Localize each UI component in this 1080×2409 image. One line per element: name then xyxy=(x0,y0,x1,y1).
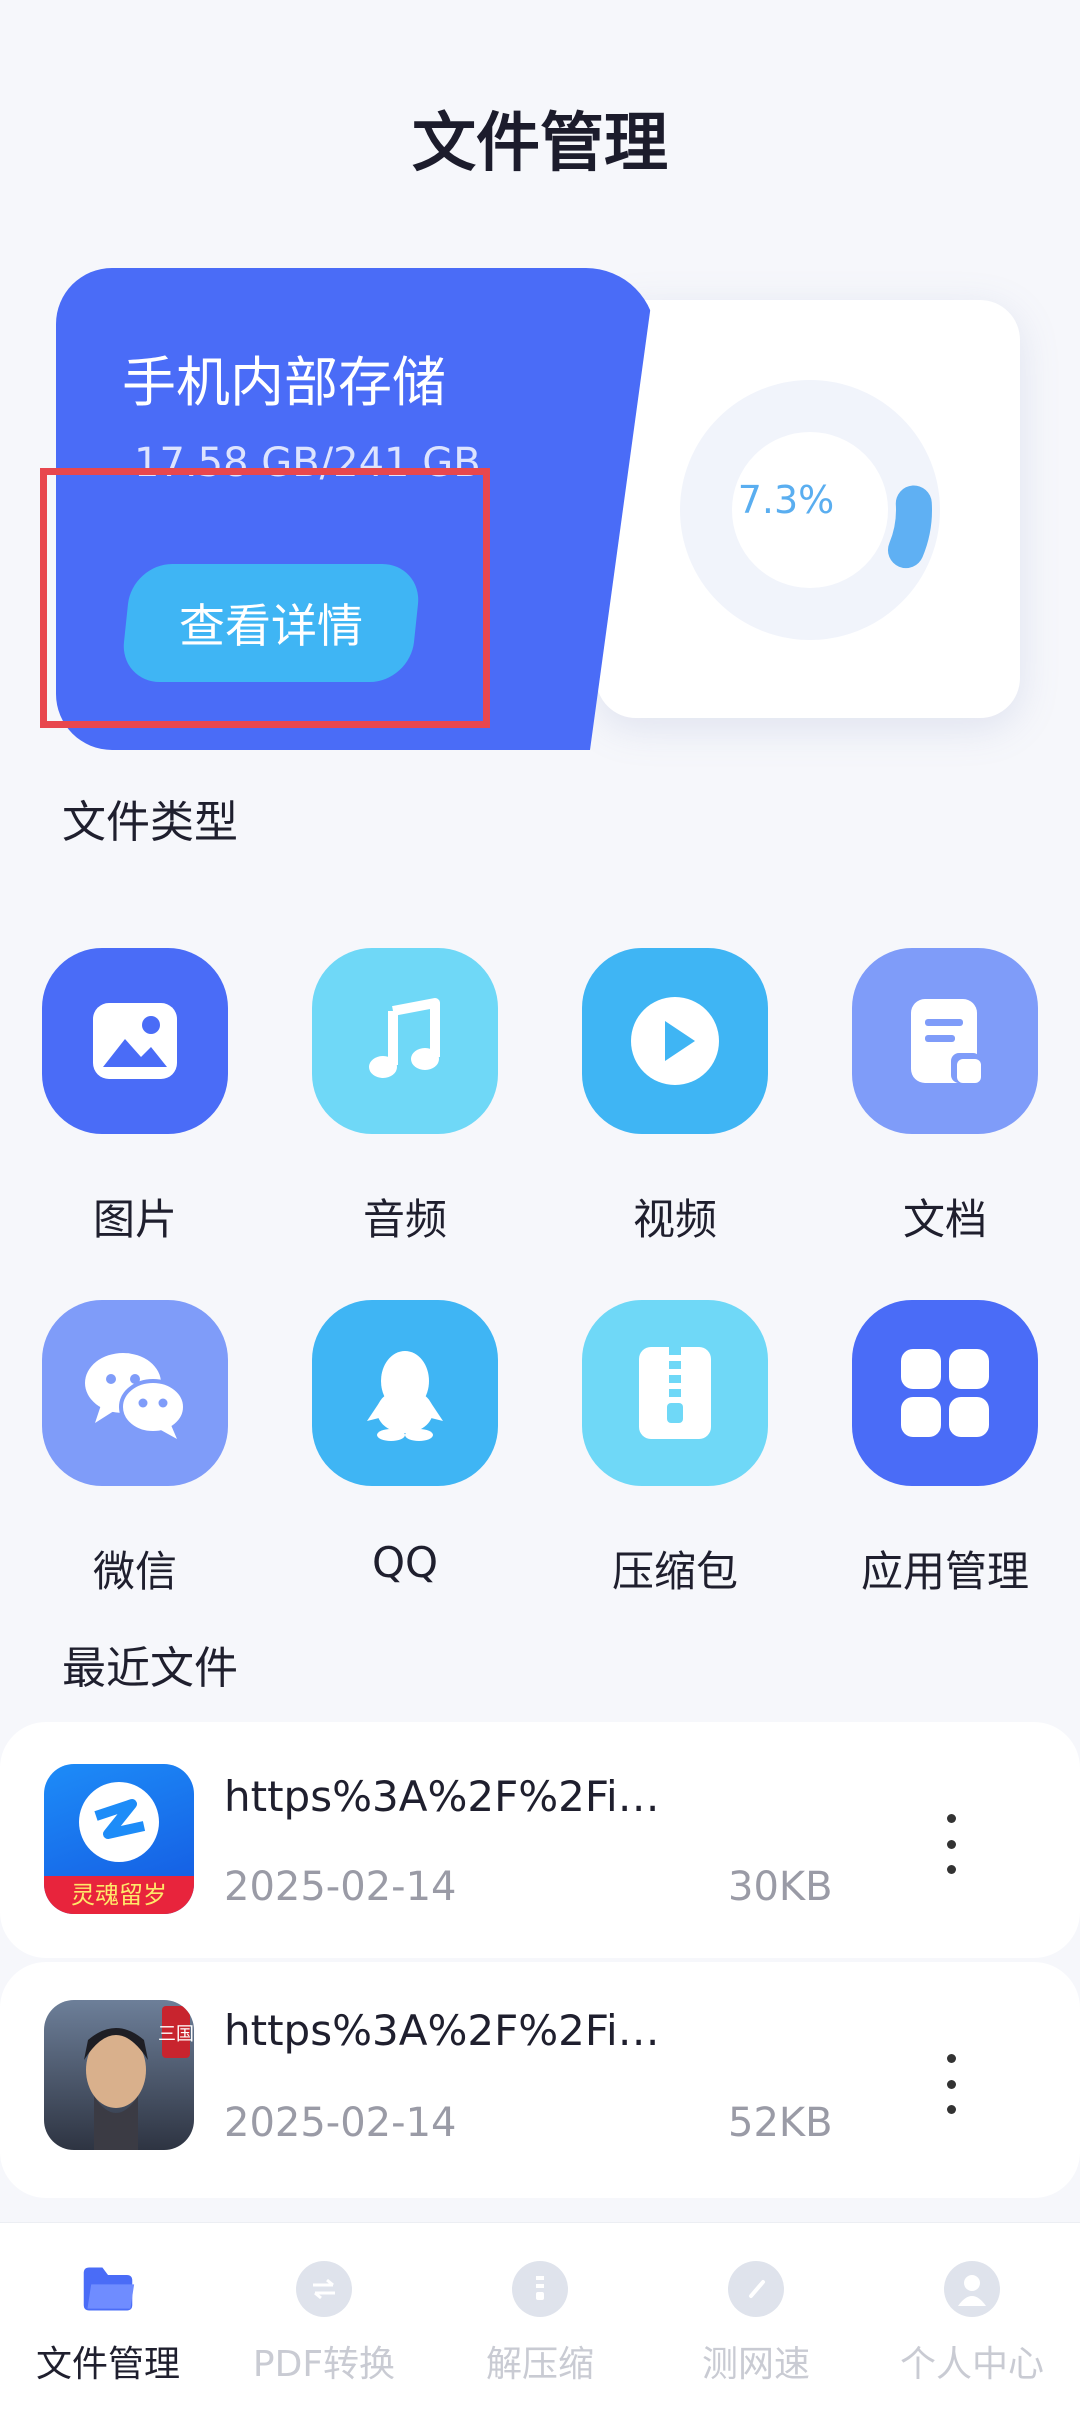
nav-label: PDF转换 xyxy=(252,2344,396,2385)
more-options-icon[interactable] xyxy=(936,2054,966,2114)
recent-files-heading: 最近文件 xyxy=(62,1643,238,1694)
page-title: 文件管理 xyxy=(412,107,668,181)
zip-icon xyxy=(582,1300,768,1486)
file-types-heading: 文件类型 xyxy=(62,797,238,848)
nav-label: 文件管理 xyxy=(35,2344,180,2385)
person-icon xyxy=(944,2261,1000,2317)
apps-grid-icon xyxy=(852,1300,1038,1486)
file-name: https%3A%2F%2Fi… xyxy=(224,2006,660,2055)
speedometer-icon xyxy=(728,2261,784,2317)
nav-label: 个人中心 xyxy=(899,2344,1044,2385)
file-size: 30KB xyxy=(728,1864,833,1910)
file-type-images[interactable]: 图片 xyxy=(42,948,228,1247)
file-name: https%3A%2F%2Fi… xyxy=(224,1772,660,1821)
app-thumbnail: 灵魂留岁 xyxy=(44,1764,194,1914)
file-type-audio[interactable]: 音频 xyxy=(312,948,498,1247)
file-type-archives[interactable]: 压缩包 xyxy=(582,1300,768,1599)
image-icon xyxy=(42,948,228,1134)
file-size: 52KB xyxy=(728,2100,833,2146)
nav-label: 测网速 xyxy=(701,2344,810,2385)
music-note-icon xyxy=(312,948,498,1134)
folder-icon xyxy=(80,2261,136,2317)
file-date: 2025-02-14 xyxy=(224,2100,457,2146)
file-type-label: 图片 xyxy=(92,1195,177,1244)
wechat-icon xyxy=(42,1300,228,1486)
play-icon xyxy=(582,948,768,1134)
file-type-wechat[interactable]: 微信 xyxy=(42,1300,228,1599)
file-type-label: 文档 xyxy=(902,1195,987,1244)
thumbnail-text: 灵魂留岁 xyxy=(71,1881,167,1909)
storage-percent-label: 7.3% xyxy=(737,478,835,522)
nav-profile[interactable]: 个人中心 xyxy=(864,2261,1080,2387)
nav-speed-test[interactable]: 测网速 xyxy=(648,2261,864,2387)
game-thumbnail: 三国 xyxy=(44,2000,194,2150)
zip-icon xyxy=(512,2261,568,2317)
nav-unzip[interactable]: 解压缩 xyxy=(432,2261,648,2387)
file-type-label: 视频 xyxy=(632,1195,717,1244)
bottom-navigation: 文件管理 PDF转换 解压缩 测网速 个人中心 xyxy=(0,2222,1080,2409)
nav-file-manager[interactable]: 文件管理 xyxy=(0,2261,216,2387)
recent-file-item[interactable]: 灵魂留岁 https%3A%2F%2Fi… 2025-02-14 30KB xyxy=(0,1722,1080,1958)
file-type-video[interactable]: 视频 xyxy=(582,948,768,1247)
file-type-label: 微信 xyxy=(92,1547,177,1596)
highlight-box xyxy=(40,468,490,728)
file-type-label: 压缩包 xyxy=(611,1547,738,1596)
file-type-label: QQ xyxy=(371,1538,439,1587)
document-icon xyxy=(852,948,1038,1134)
file-date: 2025-02-14 xyxy=(224,1864,457,1910)
file-type-label: 应用管理 xyxy=(860,1547,1029,1596)
thumbnail-text: 三国 xyxy=(158,2024,194,2045)
nav-label: 解压缩 xyxy=(485,2344,594,2385)
file-type-qq[interactable]: QQ xyxy=(312,1300,498,1587)
qq-icon xyxy=(312,1300,498,1486)
file-type-apps[interactable]: 应用管理 xyxy=(852,1300,1038,1599)
file-type-documents[interactable]: 文档 xyxy=(852,948,1038,1247)
storage-title: 手机内部存储 xyxy=(122,351,446,414)
more-options-icon[interactable] xyxy=(936,1814,966,1874)
nav-pdf-convert[interactable]: PDF转换 xyxy=(216,2261,432,2387)
storage-ring-arc xyxy=(887,485,932,569)
file-type-label: 音频 xyxy=(362,1195,447,1244)
convert-icon xyxy=(296,2261,352,2317)
recent-file-item[interactable]: 三国 https%3A%2F%2Fi… 2025-02-14 52KB xyxy=(0,1962,1080,2198)
